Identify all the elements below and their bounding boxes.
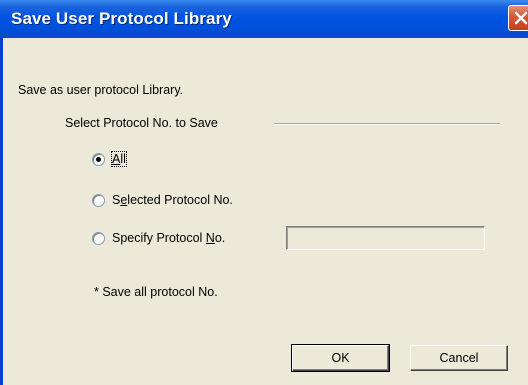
radio-selected-protocol-button[interactable] <box>92 194 105 207</box>
title-bar[interactable]: Save User Protocol Library <box>0 0 528 38</box>
cancel-button[interactable]: Cancel <box>410 345 508 371</box>
radio-all-button[interactable] <box>92 153 105 166</box>
radio-selected-protocol-label: Selected Protocol No. <box>112 193 233 207</box>
radio-all-label: All <box>111 151 127 167</box>
group-separator <box>274 123 500 125</box>
close-icon <box>514 11 528 25</box>
radio-specify-protocol[interactable]: Specify Protocol No. <box>92 230 272 248</box>
radio-selected-protocol[interactable]: Selected Protocol No. <box>92 192 272 210</box>
protocol-no-input[interactable] <box>286 226 485 250</box>
group-label: Select Protocol No. to Save <box>65 116 218 130</box>
ok-button[interactable]: OK <box>291 344 390 372</box>
close-button[interactable] <box>508 5 528 31</box>
dialog-window: Save User Protocol Library Save as user … <box>0 0 528 385</box>
radio-all[interactable]: All <box>92 151 172 169</box>
description-text: Save as user protocol Library. <box>18 83 184 97</box>
radio-specify-protocol-button[interactable] <box>92 232 105 245</box>
radio-specify-protocol-label: Specify Protocol No. <box>112 231 226 245</box>
note-text: * Save all protocol No. <box>94 285 218 299</box>
window-title: Save User Protocol Library <box>11 9 232 28</box>
